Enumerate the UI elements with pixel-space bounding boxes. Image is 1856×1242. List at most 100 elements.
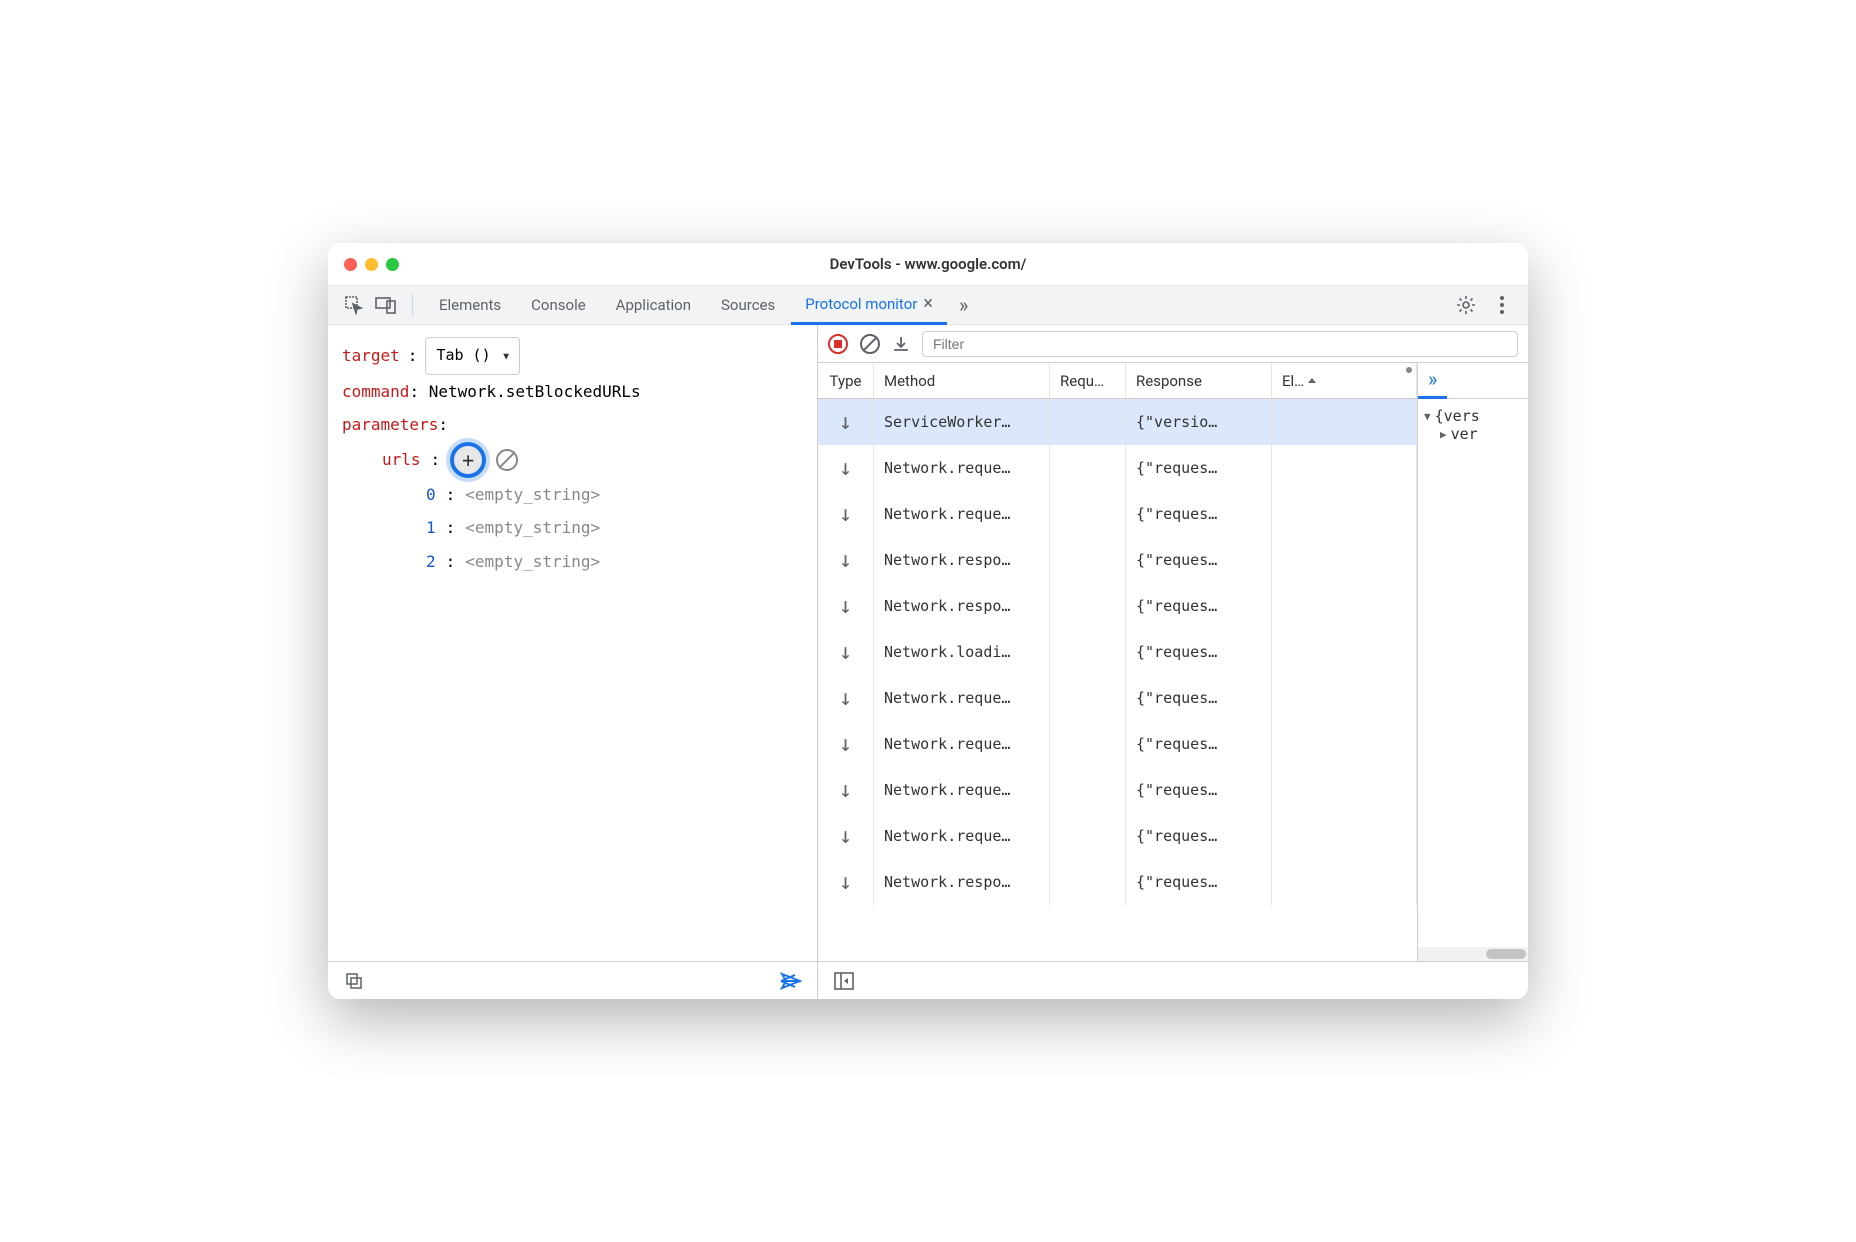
cell-method: Network.respo… — [874, 537, 1050, 583]
tree-label: {vers — [1435, 407, 1480, 425]
array-value[interactable]: <empty_string> — [465, 545, 600, 579]
cell-method: Network.reque… — [874, 721, 1050, 767]
cell-method: Network.reque… — [874, 445, 1050, 491]
urls-label: urls — [382, 443, 421, 477]
cell-elapsed — [1272, 399, 1417, 445]
toggle-sidebar-icon[interactable] — [830, 967, 858, 995]
tab-console[interactable]: Console — [517, 285, 600, 325]
cell-elapsed — [1272, 537, 1417, 583]
table-row[interactable]: ↓Network.reque…{"reques… — [818, 767, 1417, 813]
arrow-down-icon: ↓ — [839, 640, 852, 665]
cell-elapsed — [1272, 445, 1417, 491]
arrow-down-icon: ↓ — [839, 456, 852, 481]
window-title: DevTools - www.google.com/ — [328, 255, 1528, 273]
cell-method: ServiceWorker… — [874, 399, 1050, 445]
settings-icon[interactable] — [1452, 291, 1480, 319]
minimize-window-button[interactable] — [365, 258, 378, 271]
arrow-down-icon: ↓ — [839, 686, 852, 711]
cell-elapsed — [1272, 675, 1417, 721]
expand-icon[interactable]: ▼ — [1424, 410, 1431, 423]
cell-method: Network.reque… — [874, 767, 1050, 813]
tab-label: Application — [616, 296, 691, 314]
device-toolbar-icon[interactable] — [372, 291, 400, 319]
tab-elements[interactable]: Elements — [425, 285, 515, 325]
cell-request — [1050, 721, 1126, 767]
array-index: 2 — [426, 545, 436, 579]
column-elapsed[interactable]: El… — [1272, 363, 1417, 398]
cell-response: {"reques… — [1126, 629, 1272, 675]
table-row[interactable]: ↓ Network.reque… {"reques… — [818, 721, 1417, 767]
tree-root[interactable]: ▼ {vers — [1424, 407, 1522, 425]
cell-response: {"reques… — [1126, 675, 1272, 721]
cell-response: {"reques… — [1126, 491, 1272, 537]
cell-request — [1050, 537, 1126, 583]
sidebar-more-tabs[interactable]: » — [1418, 363, 1447, 399]
array-value[interactable]: <empty_string> — [465, 478, 600, 512]
cell-method: Network.reque… — [874, 675, 1050, 721]
array-index: 0 — [426, 478, 436, 512]
tab-application[interactable]: Application — [602, 285, 705, 325]
column-method[interactable]: Method — [874, 363, 1050, 398]
table-row[interactable]: ↓ Network.reque… {"reques… — [818, 675, 1417, 721]
table-row[interactable]: ↓Network.respo…{"reques… — [818, 859, 1417, 905]
inspect-element-icon[interactable] — [340, 291, 368, 319]
column-request[interactable]: Requ… — [1050, 363, 1126, 398]
arrow-down-icon: ↓ — [839, 502, 852, 527]
cell-request — [1050, 675, 1126, 721]
send-command-icon[interactable] — [777, 967, 805, 995]
parameters-label: parameters — [342, 415, 438, 434]
table-row[interactable]: ↓ Network.reque… {"reques… — [818, 491, 1417, 537]
close-window-button[interactable] — [344, 258, 357, 271]
table-row[interactable]: ↓Network.reque…{"reques… — [818, 445, 1417, 491]
cell-request — [1050, 491, 1126, 537]
clear-log-button[interactable] — [860, 334, 880, 354]
table-row[interactable]: ↓Network.respo…{"reques… — [818, 583, 1417, 629]
target-select[interactable]: Tab () — [425, 337, 519, 375]
cell-response: {"versio… — [1126, 399, 1272, 445]
cell-request — [1050, 813, 1126, 859]
add-url-button[interactable]: + — [450, 442, 486, 478]
cell-method: Network.loadi… — [874, 629, 1050, 675]
tab-label: Sources — [721, 296, 775, 314]
table-row[interactable]: ↓ServiceWorker…{"versio… — [818, 399, 1417, 445]
cell-response: {"reques… — [1126, 721, 1272, 767]
table-row[interactable]: ↓Network.reque…{"reques… — [818, 813, 1417, 859]
column-response[interactable]: Response — [1126, 363, 1272, 398]
cell-method: Network.respo… — [874, 583, 1050, 629]
column-indicator-icon — [1406, 367, 1412, 373]
cell-method: Network.respo… — [874, 859, 1050, 905]
more-options-icon[interactable] — [1488, 291, 1516, 319]
column-type[interactable]: Type — [818, 363, 874, 398]
command-value: Network.setBlockedURLs — [429, 382, 641, 401]
cell-response: {"reques… — [1126, 859, 1272, 905]
tab-label: Elements — [439, 296, 501, 314]
array-value[interactable]: <empty_string> — [465, 511, 600, 545]
table-row[interactable]: ↓ Network.loadi… {"reques… — [818, 629, 1417, 675]
record-button[interactable] — [828, 334, 848, 354]
close-tab-icon[interactable]: × — [923, 293, 933, 314]
toolbar-separator — [412, 294, 413, 316]
tab-protocol-monitor[interactable]: Protocol monitor × — [791, 285, 947, 325]
filter-input[interactable] — [922, 331, 1518, 357]
clear-urls-button[interactable] — [496, 449, 518, 471]
maximize-window-button[interactable] — [386, 258, 399, 271]
command-label: command — [342, 382, 409, 401]
tab-sources[interactable]: Sources — [707, 285, 789, 325]
arrow-down-icon: ↓ — [839, 732, 852, 757]
tree-label: ver — [1451, 425, 1478, 443]
cell-elapsed — [1272, 859, 1417, 905]
cell-request — [1050, 445, 1126, 491]
cell-request — [1050, 583, 1126, 629]
table-row[interactable]: ↓Network.respo…{"reques… — [818, 537, 1417, 583]
copy-icon[interactable] — [340, 967, 368, 995]
cell-elapsed — [1272, 583, 1417, 629]
cell-method: Network.reque… — [874, 491, 1050, 537]
cell-response: {"reques… — [1126, 583, 1272, 629]
horizontal-scrollbar[interactable] — [1418, 947, 1528, 961]
cell-request — [1050, 859, 1126, 905]
expand-icon[interactable]: ▶ — [1440, 428, 1447, 441]
more-tabs-button[interactable]: » — [949, 293, 978, 317]
tab-label: Console — [531, 296, 586, 314]
tree-child[interactable]: ▶ ver — [1424, 425, 1522, 443]
download-icon[interactable] — [892, 335, 910, 353]
